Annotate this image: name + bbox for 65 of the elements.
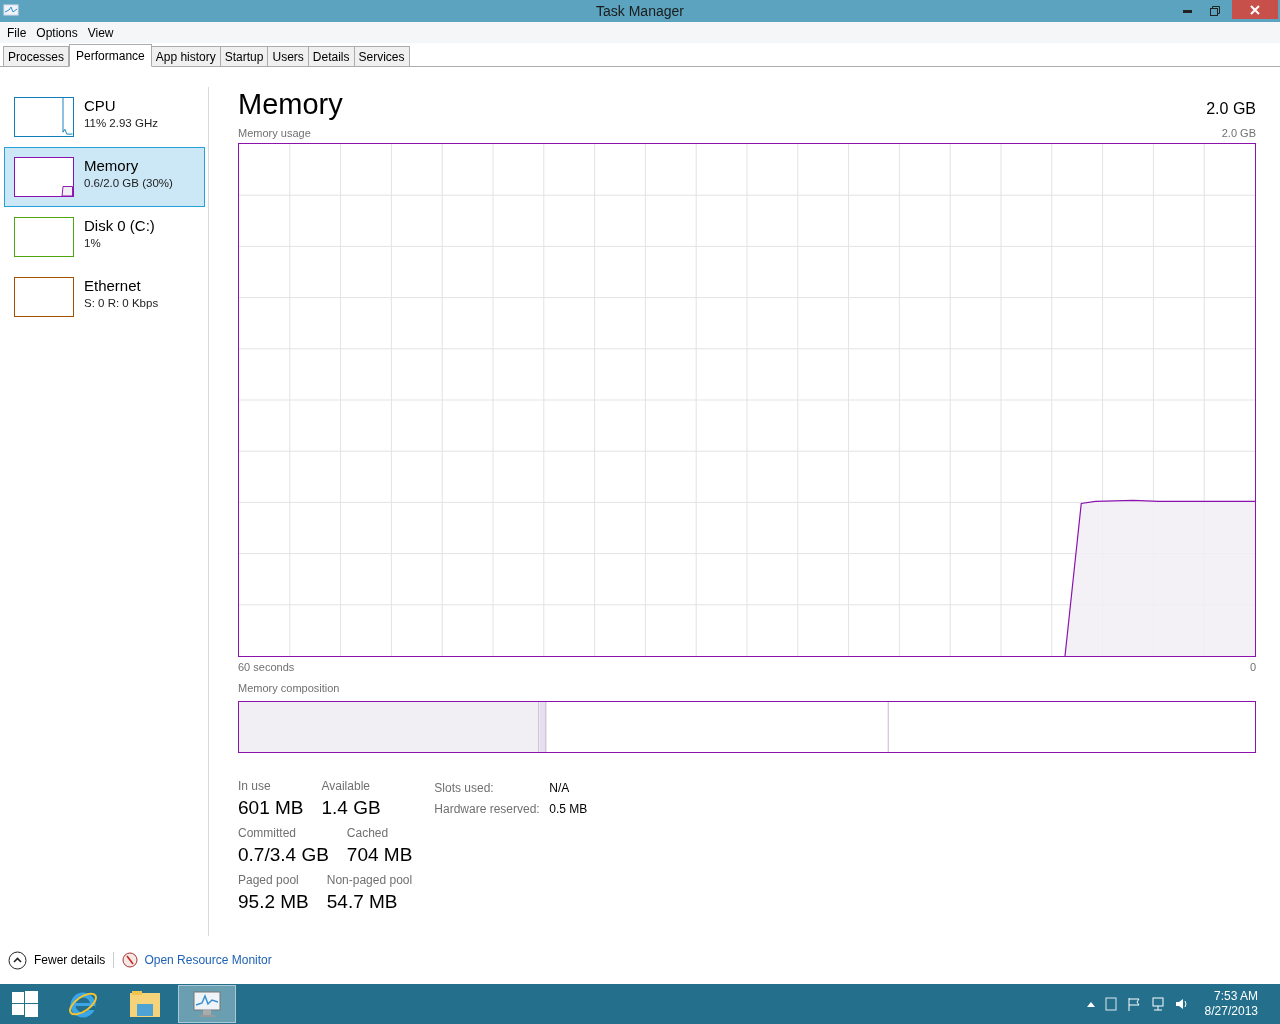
folder-icon [129, 990, 161, 1018]
sidebar-item[interactable]: CPU 11% 2.93 GHz [4, 87, 205, 147]
stat-value: 704 MB [346, 842, 413, 867]
item-title: Ethernet [84, 277, 142, 295]
caret-up-icon [1086, 1001, 1095, 1007]
item-subtitle: S: 0 R: 0 Kbps [84, 296, 159, 311]
network-icon [1150, 997, 1165, 1011]
menu-item[interactable]: Options [31, 23, 83, 42]
windows-logo-icon [12, 991, 38, 1017]
monitor-graph-icon [192, 990, 222, 1018]
tab[interactable]: Performance [69, 44, 152, 67]
axis-end-label: 0 [1249, 659, 1256, 675]
chart-max-label: 2.0 GB [1221, 126, 1256, 141]
item-title: Memory [84, 157, 140, 175]
sidebar-item[interactable]: Memory 0.6/2.0 GB (30%) [4, 147, 205, 207]
item-title: Disk 0 (C:) [84, 217, 155, 235]
restore-icon [1209, 6, 1220, 16]
window-title: Task Manager [596, 1, 684, 21]
tab[interactable]: App history [150, 46, 221, 66]
stat-value: 95.2 MB [238, 889, 309, 914]
detail-value: 0.5 MB [549, 800, 588, 818]
clock-time: 7:53 AM [1213, 989, 1258, 1004]
tab[interactable]: Services [353, 46, 410, 66]
stat-label: In use [238, 778, 272, 794]
stat-label: Non-paged pool [326, 872, 413, 888]
item-title: CPU [84, 97, 117, 115]
tab[interactable]: Users [267, 46, 309, 66]
close-button[interactable] [1232, 0, 1278, 19]
stat-value: 1.4 GB [321, 795, 381, 820]
stat-value: 0.7/3.4 GB [238, 842, 329, 867]
fewer-details-button[interactable]: Fewer details [8, 950, 106, 970]
menu-item[interactable]: File [2, 23, 32, 42]
item-subtitle: 11% 2.93 GHz [84, 116, 158, 131]
taskbar-app[interactable] [178, 985, 236, 1023]
chevron-up-circle-icon [8, 950, 27, 970]
clock-date: 8/27/2013 [1204, 1004, 1258, 1019]
tab[interactable]: Startup [219, 46, 269, 66]
detail-label: Hardware reserved: [434, 800, 541, 818]
sidebar-item[interactable]: Disk 0 (C:) 1% [4, 207, 205, 267]
stat-label: Available [321, 778, 371, 794]
composition-label: Memory composition [238, 681, 341, 696]
total-memory: 2.0 GB [1206, 99, 1256, 119]
app-graph-icon [3, 4, 19, 18]
battery-icon [1104, 997, 1117, 1011]
speaker-icon [1174, 997, 1189, 1011]
stat-value: 54.7 MB [326, 889, 399, 914]
sidebar-item[interactable]: Ethernet S: 0 R: 0 Kbps [4, 267, 205, 327]
stat-label: Paged pool [238, 872, 300, 888]
detail-label: Slots used: [434, 779, 495, 797]
close-icon [1250, 4, 1260, 15]
detail-value: N/A [549, 779, 571, 797]
stat-label: Cached [346, 825, 390, 841]
item-subtitle: 1% [84, 236, 102, 251]
tab[interactable]: Processes [3, 46, 70, 66]
axis-start-label: 60 seconds [238, 659, 295, 675]
stat-value: 601 MB [238, 795, 304, 820]
resource-monitor-link[interactable]: Open Resource Monitor [144, 951, 272, 969]
page-heading: Memory [238, 87, 343, 121]
chart-label: Memory usage [238, 126, 311, 141]
menu-item[interactable]: View [82, 23, 119, 42]
stat-label: Committed [238, 825, 297, 841]
tab[interactable]: Details [307, 46, 355, 66]
item-subtitle: 0.6/2.0 GB (30%) [84, 176, 173, 191]
minimize-icon [1183, 9, 1192, 13]
flag-icon [1126, 997, 1141, 1011]
